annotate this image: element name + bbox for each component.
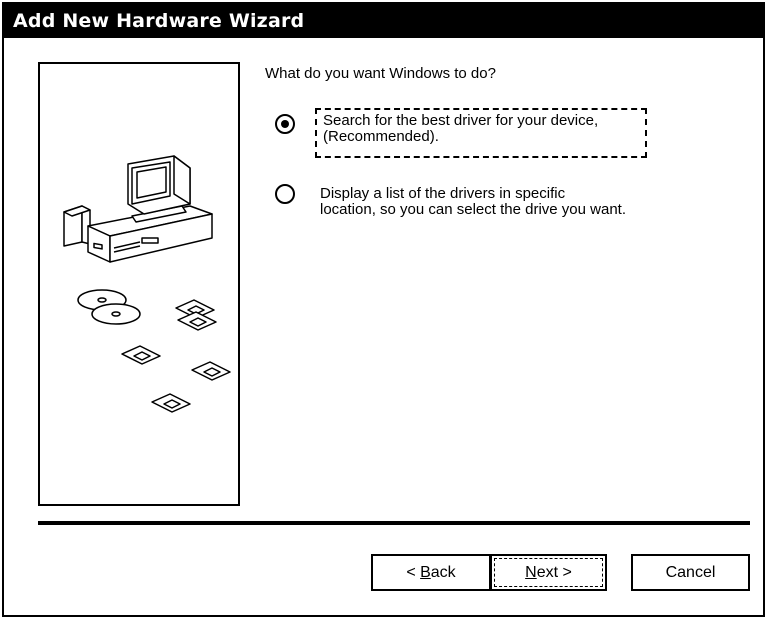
radio-label-line: Display a list of the drivers in specifi… bbox=[320, 185, 566, 202]
cancel-button[interactable]: Cancel bbox=[631, 554, 750, 591]
back-button[interactable]: < Back bbox=[371, 554, 491, 591]
hardware-illustration-icon bbox=[63, 155, 231, 413]
window-title: Add New Hardware Wizard bbox=[13, 10, 305, 32]
radio-selected-dot bbox=[281, 120, 289, 128]
radio-button-search[interactable] bbox=[275, 114, 295, 134]
radio-label-line: Search for the best driver for your devi… bbox=[323, 112, 599, 129]
wizard-window: Add New Hardware Wizard What do you want… bbox=[2, 2, 765, 617]
radio-label-line: location, so you can select the drive yo… bbox=[320, 201, 627, 218]
title-bar: Add New Hardware Wizard bbox=[4, 4, 763, 38]
wizard-question: What do you want Windows to do? bbox=[265, 65, 496, 82]
computer-icon bbox=[63, 155, 213, 263]
next-button-accelerator: N bbox=[525, 564, 537, 581]
radio-button-list[interactable] bbox=[275, 184, 295, 204]
cd-disc-icon bbox=[77, 289, 141, 325]
footer-divider bbox=[38, 521, 750, 525]
back-button-accelerator: B bbox=[420, 564, 431, 581]
back-button-prefix: < bbox=[406, 564, 421, 581]
wizard-illustration bbox=[38, 62, 240, 506]
back-button-label: ack bbox=[430, 564, 456, 581]
next-button-label: ext > bbox=[536, 564, 572, 581]
next-button[interactable]: Next > bbox=[490, 554, 607, 591]
radio-label-search[interactable]: Search for the best driver for your devi… bbox=[323, 113, 643, 145]
radio-label-line: (Recommended). bbox=[323, 128, 439, 145]
radio-label-list[interactable]: Display a list of the drivers in specifi… bbox=[320, 186, 700, 218]
